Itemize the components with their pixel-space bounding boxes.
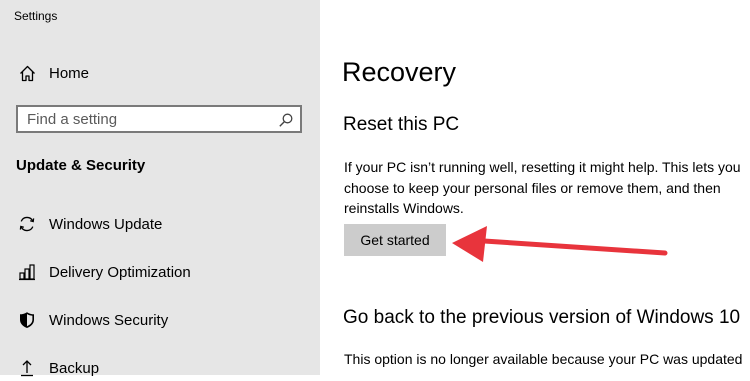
sidebar-item-backup[interactable]: Backup [14, 355, 304, 381]
main-content: Recovery Reset this PC If your PC isn’t … [320, 0, 750, 375]
search-box[interactable] [16, 105, 302, 133]
sidebar-item-label: Windows Security [49, 311, 169, 329]
home-icon [17, 63, 37, 83]
page-title: Recovery [342, 57, 457, 87]
reset-heading: Reset this PC [343, 114, 460, 135]
reset-description-line: choose to keep your personal files or re… [344, 179, 721, 196]
sidebar-item-windows-security[interactable]: Windows Security [14, 307, 304, 333]
section-heading: Update & Security [16, 157, 146, 174]
reset-description-line: If your PC isn’t running well, resetting… [344, 159, 741, 175]
sidebar-item-label: Delivery Optimization [49, 263, 191, 281]
search-icon[interactable] [278, 112, 294, 128]
search-input[interactable] [27, 110, 267, 128]
nav-home[interactable]: Home [14, 60, 304, 86]
reset-description: If your PC isn’t running well, resetting… [344, 157, 750, 219]
reset-description-line: reinstalls Windows. [344, 200, 464, 216]
get-started-button[interactable]: Get started [344, 224, 446, 256]
window-title: Settings [14, 9, 58, 23]
go-back-description: This option is no longer available becau… [344, 351, 743, 367]
delivery-optimization-icon [17, 262, 37, 282]
sync-icon [17, 214, 37, 234]
sidebar-item-label: Windows Update [49, 215, 163, 233]
sidebar-item-windows-update[interactable]: Windows Update [14, 211, 304, 237]
sidebar-item-label: Backup [49, 359, 100, 377]
nav-home-label: Home [49, 64, 90, 82]
shield-icon [17, 310, 37, 330]
backup-arrow-icon [17, 358, 37, 378]
sidebar-item-delivery-optimization[interactable]: Delivery Optimization [14, 259, 304, 285]
go-back-heading: Go back to the previous version of Windo… [343, 307, 741, 328]
sidebar: Settings Home Update & Security Windows … [0, 0, 320, 377]
